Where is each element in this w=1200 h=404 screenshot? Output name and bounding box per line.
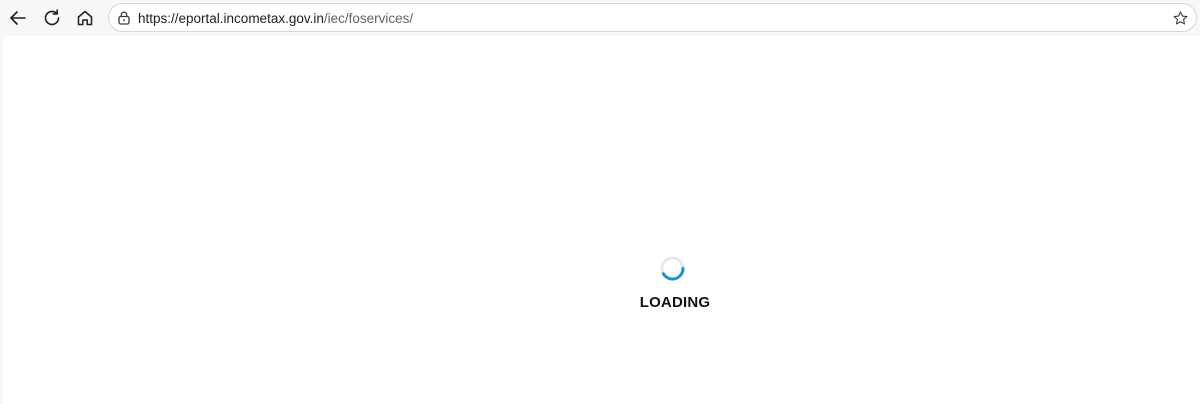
address-bar[interactable]: https://eportal.incometax.gov.in/iec/fos…: [108, 3, 1197, 32]
browser-toolbar: https://eportal.incometax.gov.in/iec/fos…: [0, 0, 1200, 36]
back-button[interactable]: [4, 4, 32, 32]
home-icon: [77, 10, 93, 26]
url-text[interactable]: https://eportal.incometax.gov.in/iec/fos…: [138, 11, 413, 26]
loading-overlay: LOADING: [3, 36, 1200, 404]
lock-icon[interactable]: [116, 10, 132, 26]
home-button[interactable]: [71, 4, 99, 32]
page-content: LOADING: [3, 36, 1200, 404]
loading-spinner-icon: [660, 256, 685, 281]
url-path: /iec/foservices/: [323, 11, 414, 26]
star-icon[interactable]: [1172, 10, 1189, 27]
url-host: https://eportal.incometax.gov.in: [138, 11, 324, 26]
reload-icon: [44, 9, 60, 26]
arrow-left-icon: [10, 11, 26, 25]
reload-button[interactable]: [38, 4, 66, 32]
loading-text: LOADING: [639, 294, 711, 311]
